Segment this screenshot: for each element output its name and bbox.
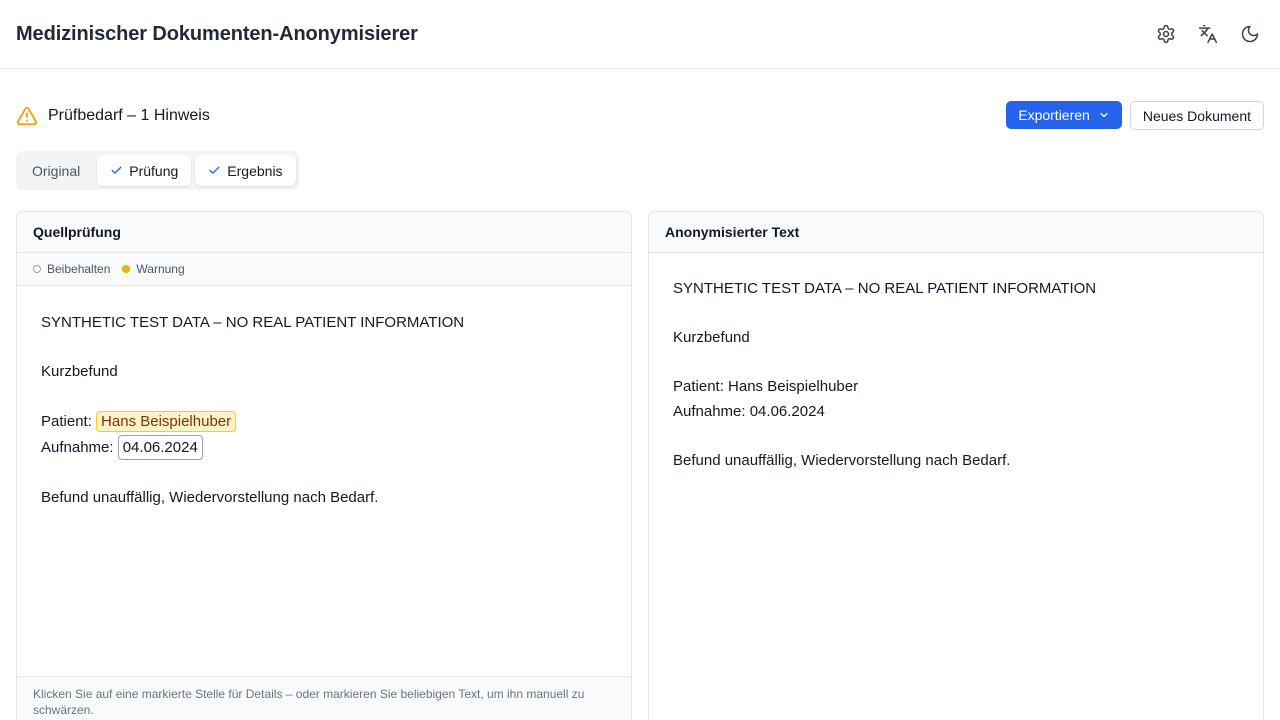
language-button[interactable]	[1192, 18, 1224, 50]
doc-line-admission: Aufnahme: 04.06.2024	[41, 435, 607, 461]
anonymized-text-panel: Anonymisierter Text SYNTHETIC TEST DATA …	[648, 211, 1264, 720]
doc-line-header: SYNTHETIC TEST DATA – NO REAL PATIENT IN…	[41, 314, 465, 331]
view-tabs: Original Prüfung Ergebnis	[16, 151, 299, 190]
doc-line-patient: Patient: Hans Beispielhuber	[673, 378, 859, 395]
source-document[interactable]: SYNTHETIC TEST DATA – NO REAL PATIENT IN…	[17, 286, 631, 534]
theme-toggle-button[interactable]	[1234, 18, 1266, 50]
export-button[interactable]: Exportieren	[1006, 101, 1122, 129]
export-button-label: Exportieren	[1018, 107, 1090, 123]
review-status-text: Prüfbedarf – 1 Hinweis	[48, 107, 210, 124]
translate-icon	[1198, 24, 1218, 44]
tab-pruefung[interactable]: Prüfung	[97, 155, 192, 186]
doc-line-patient: Patient: Hans Beispielhuber	[41, 409, 607, 435]
check-icon	[111, 166, 122, 174]
panel-hint: Klicken Sie auf eine markierte Stelle fü…	[17, 676, 631, 720]
legend-keep: Beibehalten	[33, 262, 110, 276]
warning-highlight-patient-name[interactable]: Hans Beispielhuber	[96, 411, 237, 432]
doc-line-admission: Aufnahme: 04.06.2024	[673, 402, 825, 420]
settings-button[interactable]	[1150, 18, 1182, 50]
doc-line-finding: Befund unauffällig, Wiedervorstellung na…	[41, 488, 379, 506]
source-review-panel: Quellprüfung Beibehalten Warnung SYNTHET…	[16, 211, 632, 720]
admission-label: Aufnahme:	[41, 439, 114, 456]
check-icon	[209, 166, 220, 174]
header-toolbar	[1150, 18, 1266, 50]
panel-title: Anonymisierter Text	[649, 212, 1263, 253]
legend-warning-label: Warnung	[136, 262, 185, 276]
legend-warning: Warnung	[122, 262, 185, 276]
new-document-button[interactable]: Neues Dokument	[1129, 101, 1264, 130]
doc-line-subtitle: Kurzbefund	[41, 363, 118, 380]
legend: Beibehalten Warnung	[17, 253, 631, 286]
warning-dot-icon	[122, 265, 131, 273]
patient-label: Patient:	[41, 413, 92, 430]
moon-icon	[1241, 25, 1259, 43]
chevron-down-icon	[1100, 112, 1108, 118]
tab-ergebnis[interactable]: Ergebnis	[195, 155, 296, 186]
document-actions: Exportieren Neues Dokument	[1006, 101, 1264, 130]
tab-original[interactable]: Original	[19, 155, 93, 186]
tab-label: Prüfung	[129, 162, 179, 179]
app-title: Medizinischer Dokumenten-Anonymisierer	[16, 22, 418, 45]
doc-line-header: SYNTHETIC TEST DATA – NO REAL PATIENT IN…	[673, 280, 1097, 297]
doc-line-finding: Befund unauffällig, Wiedervorstellung na…	[673, 451, 1011, 469]
doc-line-subtitle: Kurzbefund	[673, 329, 750, 346]
keep-dot-icon	[33, 265, 41, 273]
anonymized-document[interactable]: SYNTHETIC TEST DATA – NO REAL PATIENT IN…	[649, 253, 1263, 497]
warning-triangle-icon	[16, 105, 38, 127]
tab-label: Original	[32, 162, 81, 179]
app-header: Medizinischer Dokumenten-Anonymisierer	[0, 0, 1280, 69]
panel-title: Quellprüfung	[17, 212, 631, 253]
tab-label: Ergebnis	[227, 162, 283, 179]
review-status-bar: Prüfbedarf – 1 Hinweis Exportieren Neues…	[16, 100, 1264, 132]
gear-icon	[1157, 24, 1175, 44]
legend-keep-label: Beibehalten	[47, 262, 111, 276]
keep-highlight-admission-date[interactable]: 04.06.2024	[117, 435, 203, 460]
